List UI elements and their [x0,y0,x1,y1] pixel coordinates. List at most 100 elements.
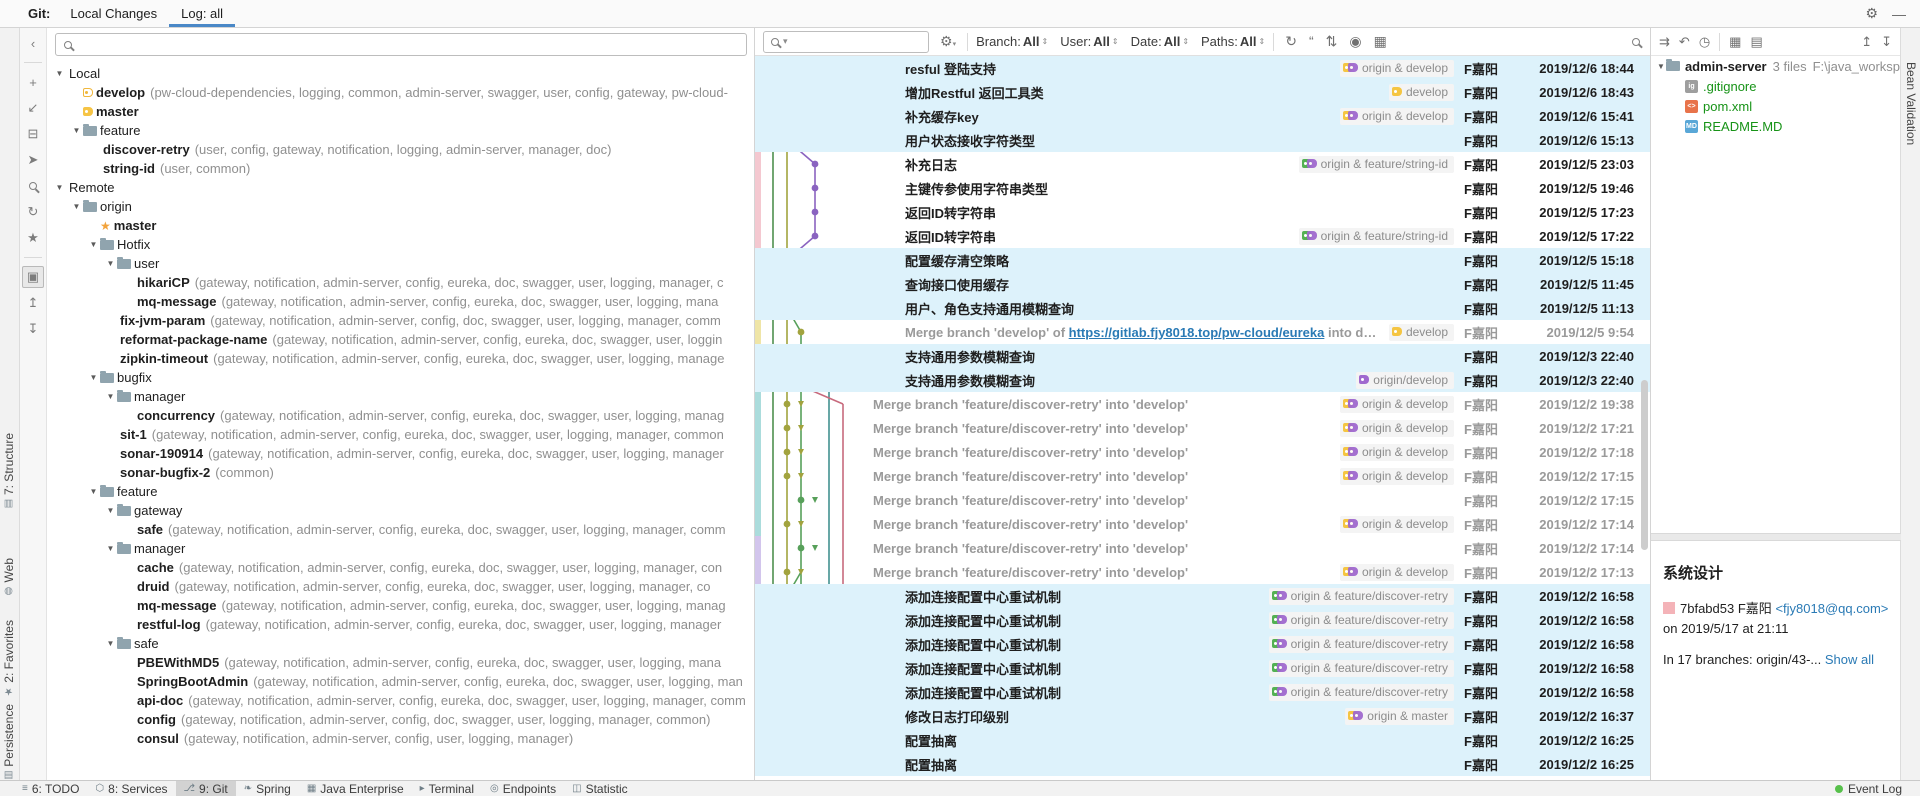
tool-tab-favorites[interactable]: ★ 2: Favorites [2,620,16,696]
tool-tab-structure[interactable]: ▥ 7: Structure [2,433,16,509]
branch-tree-item[interactable]: ▼manager [47,387,755,406]
expand-all-icon[interactable]: ↥ [1861,34,1872,50]
branch-tree-item[interactable]: develop(pw-cloud-dependencies, logging, … [47,83,755,102]
branch-tree-item[interactable]: sonar-190914(gateway, notification, admi… [47,444,755,463]
branch-tree-item[interactable]: safe(gateway, notification, admin-server… [47,520,755,539]
status-tab-services[interactable]: ⬡8: Services [87,781,175,796]
navigate-source-icon[interactable]: ⇉ [1659,34,1670,50]
commit-row[interactable]: resful 登陆支持origin & developF嘉阳2019/12/6 … [755,56,1650,80]
branch-tree-item[interactable]: zipkin-timeout(gateway, notification, ad… [47,349,755,368]
tree-caret-icon[interactable]: ▼ [87,487,100,496]
author-email-link[interactable]: <fjy8018@qq.com> [1775,601,1888,616]
status-tab-spring[interactable]: ❧Spring [236,781,299,796]
commit-row[interactable]: 支持通用参数模糊查询origin/developF嘉阳2019/12/3 22:… [755,368,1650,392]
tree-caret-icon[interactable]: ▼ [70,202,83,211]
tree-caret-icon[interactable]: ▼ [104,544,117,553]
sort-icon[interactable]: ⇅ [1323,33,1341,50]
history-icon[interactable]: ◷ [1699,34,1710,50]
changed-file-row[interactable]: <>pom.xml [1651,96,1900,116]
filter-branch[interactable]: Branch: All⇕ [976,34,1048,49]
filter-user[interactable]: User: All⇕ [1060,34,1118,49]
branch-tree-item[interactable]: mq-message(gateway, notification, admin-… [47,292,755,311]
group-by-module-icon[interactable]: ▤ [1750,34,1762,50]
commit-row[interactable]: Merge branch 'feature/discover-retry' in… [755,440,1650,464]
show-branches-panel-icon[interactable]: ▣ [22,266,44,288]
tree-caret-icon[interactable]: ▼ [53,183,66,192]
branch-search-input[interactable] [55,33,747,56]
commit-row[interactable]: 添加连接配置中心重试机制origin & feature/discover-re… [755,656,1650,680]
commit-row[interactable]: 用户状态接收字符类型F嘉阳2019/12/6 15:13 [755,128,1650,152]
status-tab-terminal[interactable]: ▸Terminal [412,781,482,796]
filter-date[interactable]: Date: All⇕ [1131,34,1189,49]
tab-log-all[interactable]: Log: all [169,0,235,27]
branch-tree-item[interactable]: ▼feature [47,121,755,140]
tree-caret-icon[interactable]: ▼ [1657,62,1666,71]
commit-row[interactable]: 添加连接配置中心重试机制origin & feature/discover-re… [755,584,1650,608]
branch-tree-item[interactable]: api-doc(gateway, notification, admin-ser… [47,691,755,710]
search-icon[interactable] [22,175,44,197]
collapse-panel-icon[interactable]: ‹ [22,32,44,54]
commit-row[interactable]: 配置抽离F嘉阳2019/12/2 16:25 [755,752,1650,776]
changed-file-row[interactable]: MDREADME.MD [1651,116,1900,136]
branch-tree-item[interactable]: master [47,102,755,121]
commit-row[interactable]: 查询接口使用缓存F嘉阳2019/12/5 11:45 [755,272,1650,296]
branch-tree-item[interactable]: ★master [47,216,755,235]
changed-file-row[interactable]: ig.gitignore [1651,76,1900,96]
commit-row[interactable]: Merge branch 'feature/discover-retry' in… [755,512,1650,536]
collapse-all-icon[interactable]: ↧ [22,318,44,340]
commit-row[interactable]: 配置抽离F嘉阳2019/12/2 16:25 [755,728,1650,752]
status-tab-java-enterprise[interactable]: ▦Java Enterprise [299,781,412,796]
tree-caret-icon[interactable]: ▼ [104,259,117,268]
cherry-pick-icon[interactable]: “ [1306,33,1317,50]
tree-caret-icon[interactable]: ▼ [53,69,66,78]
search-settings-gear-icon[interactable]: ⚙▾ [937,33,959,50]
tree-caret-icon[interactable]: ▼ [104,639,117,648]
branch-tree-item[interactable]: consul(gateway, notification, admin-serv… [47,729,755,748]
branch-tree-item[interactable]: SpringBootAdmin(gateway, notification, a… [47,672,755,691]
branch-tree-item[interactable]: config(gateway, notification, admin-serv… [47,710,755,729]
branch-tree-item[interactable]: druid(gateway, notification, admin-serve… [47,577,755,596]
status-tab-statistic[interactable]: ◫Statistic [564,781,635,796]
checkout-icon[interactable]: ↙ [22,97,44,119]
favorite-star-icon[interactable]: ★ [22,227,44,249]
branch-tree-item[interactable]: cache(gateway, notification, admin-serve… [47,558,755,577]
branch-tree-item[interactable]: ▼bugfix [47,368,755,387]
branch-tree-item[interactable]: mq-message(gateway, notification, admin-… [47,596,755,615]
changed-root-row[interactable]: ▼admin-server3 filesF:\java_worksp [1651,56,1900,76]
branch-tree-item[interactable]: ▼feature [47,482,755,501]
commit-row[interactable]: Merge branch 'feature/discover-retry' in… [755,392,1650,416]
commit-row[interactable]: 添加连接配置中心重试机制origin & feature/discover-re… [755,680,1650,704]
commit-row[interactable]: Merge branch 'feature/discover-retry' in… [755,560,1650,584]
branch-tree-item[interactable]: ▼Hotfix [47,235,755,254]
expand-all-icon[interactable]: ↥ [22,292,44,314]
commit-row[interactable]: 返回ID转字符串F嘉阳2019/12/5 17:23 [755,200,1650,224]
branch-tree-item[interactable]: sonar-bugfix-2(common) [47,463,755,482]
group-by-directory-icon[interactable]: ▦ [1729,34,1741,50]
commit-row[interactable]: 返回ID转字符串origin & feature/string-idF嘉阳201… [755,224,1650,248]
minimize-icon[interactable]: — [1892,6,1906,22]
branch-tree-item[interactable]: string-id(user, common) [47,159,755,178]
commit-row[interactable]: 支持通用参数模糊查询F嘉阳2019/12/3 22:40 [755,344,1650,368]
branch-tree-item[interactable]: discover-retry(user, config, gateway, no… [47,140,755,159]
commit-row[interactable]: 修改日志打印级别origin & masterF嘉阳2019/12/2 16:3… [755,704,1650,728]
branch-tree-item[interactable]: ▼safe [47,634,755,653]
delete-branch-icon[interactable]: ⊟ [22,123,44,145]
refresh-icon[interactable]: ↻ [1282,33,1300,50]
commit-row[interactable]: Merge branch 'feature/discover-retry' in… [755,536,1650,560]
add-branch-icon[interactable]: + [22,71,44,93]
commit-message-link[interactable]: https://gitlab.fjy8018.top/pw-cloud/eure… [1069,325,1325,340]
branch-tree-item[interactable]: reformat-package-name(gateway, notificat… [47,330,755,349]
tree-caret-icon[interactable]: ▼ [104,392,117,401]
tool-tab-bean-validation[interactable]: Bean Validation [1904,62,1918,145]
details-splitter[interactable] [1651,533,1901,541]
commit-row[interactable]: 补充日志origin & feature/string-idF嘉阳2019/12… [755,152,1650,176]
refresh-icon[interactable]: ↻ [22,201,44,223]
push-icon[interactable]: ➤ [22,149,44,171]
branch-tree-item[interactable]: ▼gateway [47,501,755,520]
collapse-all-icon[interactable]: ↧ [1881,34,1892,50]
tool-tab-persistence[interactable]: ▤ Persistence [2,704,16,780]
commit-row[interactable]: 配置缓存清空策略F嘉阳2019/12/5 15:18 [755,248,1650,272]
tree-caret-icon[interactable]: ▼ [104,506,117,515]
status-tab-git[interactable]: ⎇9: Git [176,781,236,796]
branch-tree-item[interactable]: ▼origin [47,197,755,216]
